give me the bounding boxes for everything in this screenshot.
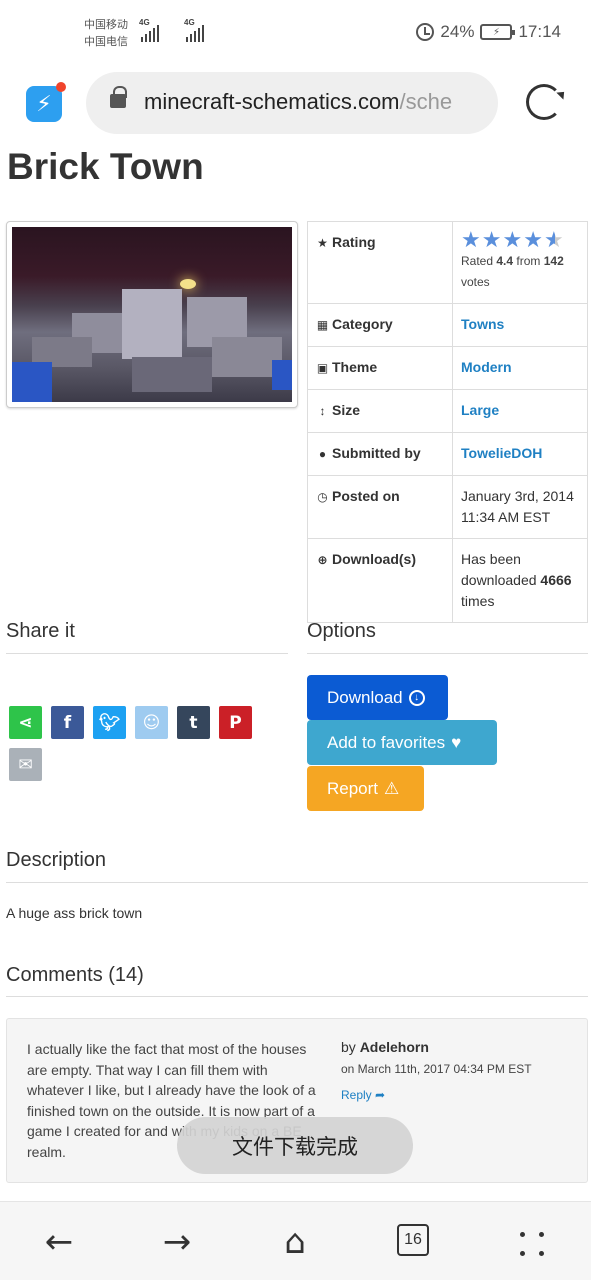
description-divider bbox=[6, 882, 588, 883]
size-label: Size bbox=[332, 402, 361, 418]
description-text: A huge ass brick town bbox=[6, 905, 143, 921]
category-label: Category bbox=[332, 316, 393, 332]
download-button[interactable]: Download ↓ bbox=[307, 675, 448, 720]
url-text[interactable]: minecraft-schematics.com/sche bbox=[144, 89, 452, 115]
status-bar: 中国移动 中国电信 4G 4G 24% ⚡ 17:14 bbox=[0, 0, 591, 62]
report-button[interactable]: Report ⚠ bbox=[307, 766, 424, 811]
share-buttons: ⋖ f 🐦︎ ☺ t P ✉ bbox=[9, 706, 269, 781]
carrier-labels: 中国移动 中国电信 bbox=[84, 16, 128, 50]
downloads-label: Download(s) bbox=[332, 551, 416, 567]
clock-time: 17:14 bbox=[518, 22, 561, 41]
twitter-icon[interactable]: 🐦︎ bbox=[93, 706, 126, 739]
size-link[interactable]: Large bbox=[461, 402, 499, 418]
pinterest-icon[interactable]: P bbox=[219, 706, 252, 739]
comment-author: by Adelehorn bbox=[341, 1039, 429, 1055]
tumblr-icon[interactable]: t bbox=[177, 706, 210, 739]
home-icon[interactable]: ⌂ bbox=[275, 1222, 315, 1262]
tabs-button[interactable]: 16 bbox=[397, 1224, 429, 1256]
share-divider bbox=[6, 653, 288, 654]
browser-toolbar: ⚡ minecraft-schematics.com/sche bbox=[0, 62, 591, 144]
comments-heading: Comments (14) bbox=[6, 964, 144, 986]
battery-percent: 24% bbox=[440, 22, 475, 41]
info-row-category: ▦ Category Towns bbox=[307, 303, 588, 347]
comments-divider bbox=[6, 996, 588, 997]
description-heading: Description bbox=[6, 849, 107, 871]
browser-bottom-nav: ← → ⌂ 16 bbox=[0, 1201, 591, 1280]
theme-label: Theme bbox=[332, 359, 378, 375]
submitted-by-label: Submitted by bbox=[332, 445, 421, 461]
clock-icon: ◷ bbox=[317, 490, 328, 504]
email-icon[interactable]: ✉ bbox=[9, 748, 42, 781]
resize-vertical-icon: ↕ bbox=[319, 404, 326, 418]
schematic-image bbox=[12, 227, 292, 402]
star-icon: ★ bbox=[317, 236, 328, 250]
back-arrow-icon[interactable]: ← bbox=[39, 1222, 79, 1262]
forward-arrow-icon[interactable]: → bbox=[157, 1222, 197, 1262]
grid-icon: ▦ bbox=[316, 318, 329, 332]
star-4-icon[interactable]: ★ bbox=[523, 229, 543, 251]
author-link[interactable]: TowelieDOH bbox=[461, 445, 542, 461]
notification-dot bbox=[56, 82, 66, 92]
info-row-downloads: ⊕ Download(s) Has been downloaded 4666 ti… bbox=[307, 538, 588, 623]
star-2-icon[interactable]: ★ bbox=[482, 229, 502, 251]
image-icon: ▣ bbox=[316, 361, 329, 375]
carrier-2: 中国电信 bbox=[84, 35, 128, 48]
info-row-theme: ▣ Theme Modern bbox=[307, 346, 588, 390]
reload-icon[interactable] bbox=[526, 84, 562, 120]
schematic-thumbnail[interactable] bbox=[6, 221, 298, 408]
info-row-posted-on: ◷ Posted on January 3rd, 2014 11:34 AM ES… bbox=[307, 475, 588, 539]
options-heading: Options bbox=[307, 620, 376, 642]
carrier-1: 中国移动 bbox=[84, 18, 128, 31]
download-complete-toast: 文件下载完成 bbox=[177, 1117, 413, 1174]
page-title: Brick Town bbox=[7, 146, 204, 187]
signal-1-icon: 4G bbox=[139, 18, 159, 42]
info-row-size: ↕ Size Large bbox=[307, 389, 588, 433]
info-row-submitted-by: ● Submitted by TowelieDOH bbox=[307, 432, 588, 476]
reddit-icon[interactable]: ☺ bbox=[135, 706, 168, 739]
tab-count: 16 bbox=[404, 1231, 422, 1248]
star-3-icon[interactable]: ★ bbox=[502, 229, 522, 251]
category-link[interactable]: Towns bbox=[461, 316, 504, 332]
posted-on-value: January 3rd, 2014 11:34 AM EST bbox=[452, 475, 588, 539]
more-menu-icon[interactable] bbox=[518, 1230, 546, 1258]
warning-icon: ⚠ bbox=[384, 778, 400, 798]
browser-app-icon[interactable]: ⚡ bbox=[26, 82, 66, 122]
reply-link[interactable]: Reply ➦ bbox=[341, 1088, 385, 1102]
info-row-rating: ★ Rating ★ ★ ★ ★ ★ Rated 4.4 from 142 votes bbox=[307, 221, 588, 304]
rating-summary: Rated 4.4 from 142 votes bbox=[461, 254, 564, 289]
posted-on-label: Posted on bbox=[332, 488, 400, 504]
options-divider bbox=[307, 653, 588, 654]
rating-label: Rating bbox=[332, 234, 376, 250]
download-circle-icon: ↓ bbox=[408, 689, 425, 706]
reply-arrow-icon: ➦ bbox=[375, 1088, 386, 1102]
signal-2-icon: 4G bbox=[184, 18, 204, 42]
rating-stars[interactable]: ★ ★ ★ ★ ★ bbox=[461, 229, 579, 251]
battery-charging-icon: ⚡ bbox=[480, 24, 516, 40]
comment-date: on March 11th, 2017 04:34 PM EST bbox=[341, 1062, 532, 1076]
star-5-icon[interactable]: ★ bbox=[544, 229, 564, 251]
share-heading: Share it bbox=[6, 620, 75, 642]
downloads-value: Has been downloaded 4666 times bbox=[452, 538, 588, 623]
water-area bbox=[12, 362, 52, 402]
download-circle-icon: ⊕ bbox=[317, 553, 328, 567]
heart-icon: ♥ bbox=[451, 732, 462, 752]
schematic-info-table: ★ Rating ★ ★ ★ ★ ★ Rated 4.4 from 142 votes ▦ C… bbox=[307, 221, 588, 623]
lock-icon bbox=[110, 86, 127, 108]
share-icon[interactable]: ⋖ bbox=[9, 706, 42, 739]
address-bar[interactable]: minecraft-schematics.com/sche bbox=[86, 72, 498, 134]
star-1-icon[interactable]: ★ bbox=[461, 229, 481, 251]
user-icon: ● bbox=[318, 447, 327, 461]
theme-link[interactable]: Modern bbox=[461, 359, 512, 375]
facebook-icon[interactable]: f bbox=[51, 706, 84, 739]
add-to-favorites-button[interactable]: Add to favorites ♥ bbox=[307, 720, 497, 765]
alarm-icon bbox=[416, 23, 435, 41]
